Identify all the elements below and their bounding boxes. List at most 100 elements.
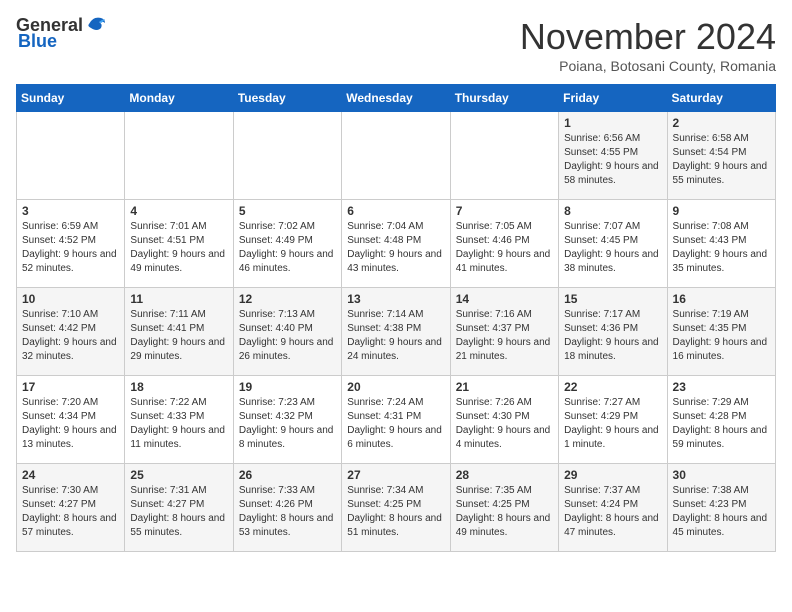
day-info: Sunrise: 7:30 AM Sunset: 4:27 PM Dayligh… [22, 484, 119, 540]
day-number: 12 [239, 292, 336, 306]
table-row: 1 Sunrise: 6:56 AM Sunset: 4:55 PM Daylig… [559, 112, 667, 200]
table-row [233, 112, 341, 200]
day-number: 24 [22, 468, 119, 482]
day-number: 29 [564, 468, 661, 482]
day-info: Sunrise: 7:05 AM Sunset: 4:46 PM Dayligh… [456, 220, 553, 276]
day-number: 14 [456, 292, 553, 306]
day-number: 2 [673, 116, 770, 130]
day-info: Sunrise: 7:33 AM Sunset: 4:26 PM Dayligh… [239, 484, 336, 540]
table-row: 10 Sunrise: 7:10 AM Sunset: 4:42 PM Dayli… [17, 288, 125, 376]
day-info: Sunrise: 7:38 AM Sunset: 4:23 PM Dayligh… [673, 484, 770, 540]
day-info: Sunrise: 7:24 AM Sunset: 4:31 PM Dayligh… [347, 396, 444, 452]
day-info: Sunrise: 6:56 AM Sunset: 4:55 PM Dayligh… [564, 132, 661, 188]
day-number: 19 [239, 380, 336, 394]
calendar-table: SundayMondayTuesdayWednesdayThursdayFrid… [16, 84, 776, 552]
header-saturday: Saturday [667, 85, 775, 112]
table-row: 22Sunrise: 7:27 AM Sunset: 4:29 PM Dayli… [559, 376, 667, 464]
month-title: November 2024 [520, 16, 776, 58]
day-number: 6 [347, 204, 444, 218]
day-info: Sunrise: 7:34 AM Sunset: 4:25 PM Dayligh… [347, 484, 444, 540]
day-number: 8 [564, 204, 661, 218]
calendar-body: 1 Sunrise: 6:56 AM Sunset: 4:55 PM Daylig… [17, 112, 776, 552]
table-row: 19 Sunrise: 7:23 AM Sunset: 4:32 PM Dayli… [233, 376, 341, 464]
table-row: 5 Sunrise: 7:02 AM Sunset: 4:49 PM Daylig… [233, 200, 341, 288]
day-info: Sunrise: 7:01 AM Sunset: 4:51 PM Dayligh… [130, 220, 227, 276]
logo-blue: Blue [18, 32, 57, 52]
table-row [450, 112, 558, 200]
day-info: Sunrise: 7:07 AM Sunset: 4:45 PM Dayligh… [564, 220, 661, 276]
header-wednesday: Wednesday [342, 85, 450, 112]
header-friday: Friday [559, 85, 667, 112]
day-number: 17 [22, 380, 119, 394]
table-row: 26Sunrise: 7:33 AM Sunset: 4:26 PM Dayli… [233, 464, 341, 552]
table-row [17, 112, 125, 200]
week-row-3: 10 Sunrise: 7:10 AM Sunset: 4:42 PM Dayli… [17, 288, 776, 376]
header-row: SundayMondayTuesdayWednesdayThursdayFrid… [17, 85, 776, 112]
day-info: Sunrise: 7:27 AM Sunset: 4:29 PM Dayligh… [564, 396, 661, 452]
day-info: Sunrise: 7:16 AM Sunset: 4:37 PM Dayligh… [456, 308, 553, 364]
table-row: 28 Sunrise: 7:35 AM Sunset: 4:25 PM Dayli… [450, 464, 558, 552]
logo-bird-icon [85, 14, 107, 34]
table-row: 9 Sunrise: 7:08 AM Sunset: 4:43 PM Daylig… [667, 200, 775, 288]
day-number: 21 [456, 380, 553, 394]
week-row-5: 24 Sunrise: 7:30 AM Sunset: 4:27 PM Dayli… [17, 464, 776, 552]
title-block: November 2024 Poiana, Botosani County, R… [520, 16, 776, 74]
table-row: 6 Sunrise: 7:04 AM Sunset: 4:48 PM Daylig… [342, 200, 450, 288]
day-info: Sunrise: 7:20 AM Sunset: 4:34 PM Dayligh… [22, 396, 119, 452]
day-info: Sunrise: 7:02 AM Sunset: 4:49 PM Dayligh… [239, 220, 336, 276]
day-number: 9 [673, 204, 770, 218]
day-info: Sunrise: 7:11 AM Sunset: 4:41 PM Dayligh… [130, 308, 227, 364]
day-info: Sunrise: 6:59 AM Sunset: 4:52 PM Dayligh… [22, 220, 119, 276]
day-number: 25 [130, 468, 227, 482]
day-info: Sunrise: 7:08 AM Sunset: 4:43 PM Dayligh… [673, 220, 770, 276]
day-number: 10 [22, 292, 119, 306]
day-info: Sunrise: 7:10 AM Sunset: 4:42 PM Dayligh… [22, 308, 119, 364]
header-sunday: Sunday [17, 85, 125, 112]
table-row: 17 Sunrise: 7:20 AM Sunset: 4:34 PM Dayli… [17, 376, 125, 464]
table-row: 12 Sunrise: 7:13 AM Sunset: 4:40 PM Dayli… [233, 288, 341, 376]
logo: General Blue [16, 16, 107, 52]
table-row: 27 Sunrise: 7:34 AM Sunset: 4:25 PM Dayli… [342, 464, 450, 552]
table-row: 25Sunrise: 7:31 AM Sunset: 4:27 PM Dayli… [125, 464, 233, 552]
day-number: 28 [456, 468, 553, 482]
table-row: 18Sunrise: 7:22 AM Sunset: 4:33 PM Dayli… [125, 376, 233, 464]
day-number: 15 [564, 292, 661, 306]
day-number: 18 [130, 380, 227, 394]
day-number: 13 [347, 292, 444, 306]
day-number: 1 [564, 116, 661, 130]
day-info: Sunrise: 7:17 AM Sunset: 4:36 PM Dayligh… [564, 308, 661, 364]
day-info: Sunrise: 7:13 AM Sunset: 4:40 PM Dayligh… [239, 308, 336, 364]
day-info: Sunrise: 7:14 AM Sunset: 4:38 PM Dayligh… [347, 308, 444, 364]
day-number: 5 [239, 204, 336, 218]
header-tuesday: Tuesday [233, 85, 341, 112]
week-row-2: 3Sunrise: 6:59 AM Sunset: 4:52 PM Daylig… [17, 200, 776, 288]
day-info: Sunrise: 7:23 AM Sunset: 4:32 PM Dayligh… [239, 396, 336, 452]
table-row: 16Sunrise: 7:19 AM Sunset: 4:35 PM Dayli… [667, 288, 775, 376]
page-header: General Blue November 2024 Poiana, Botos… [16, 16, 776, 74]
day-info: Sunrise: 7:37 AM Sunset: 4:24 PM Dayligh… [564, 484, 661, 540]
table-row [342, 112, 450, 200]
calendar-header: SundayMondayTuesdayWednesdayThursdayFrid… [17, 85, 776, 112]
day-number: 27 [347, 468, 444, 482]
day-number: 4 [130, 204, 227, 218]
day-info: Sunrise: 7:04 AM Sunset: 4:48 PM Dayligh… [347, 220, 444, 276]
day-info: Sunrise: 7:26 AM Sunset: 4:30 PM Dayligh… [456, 396, 553, 452]
table-row: 30Sunrise: 7:38 AM Sunset: 4:23 PM Dayli… [667, 464, 775, 552]
table-row: 20 Sunrise: 7:24 AM Sunset: 4:31 PM Dayli… [342, 376, 450, 464]
day-info: Sunrise: 7:35 AM Sunset: 4:25 PM Dayligh… [456, 484, 553, 540]
table-row: 3Sunrise: 6:59 AM Sunset: 4:52 PM Daylig… [17, 200, 125, 288]
table-row: 23Sunrise: 7:29 AM Sunset: 4:28 PM Dayli… [667, 376, 775, 464]
location: Poiana, Botosani County, Romania [520, 58, 776, 74]
day-number: 20 [347, 380, 444, 394]
day-number: 7 [456, 204, 553, 218]
day-number: 11 [130, 292, 227, 306]
day-number: 16 [673, 292, 770, 306]
day-info: Sunrise: 6:58 AM Sunset: 4:54 PM Dayligh… [673, 132, 770, 188]
header-thursday: Thursday [450, 85, 558, 112]
table-row: 14 Sunrise: 7:16 AM Sunset: 4:37 PM Dayli… [450, 288, 558, 376]
week-row-4: 17 Sunrise: 7:20 AM Sunset: 4:34 PM Dayli… [17, 376, 776, 464]
table-row: 21 Sunrise: 7:26 AM Sunset: 4:30 PM Dayli… [450, 376, 558, 464]
table-row: 8 Sunrise: 7:07 AM Sunset: 4:45 PM Daylig… [559, 200, 667, 288]
table-row: 15 Sunrise: 7:17 AM Sunset: 4:36 PM Dayli… [559, 288, 667, 376]
table-row: 13 Sunrise: 7:14 AM Sunset: 4:38 PM Dayli… [342, 288, 450, 376]
